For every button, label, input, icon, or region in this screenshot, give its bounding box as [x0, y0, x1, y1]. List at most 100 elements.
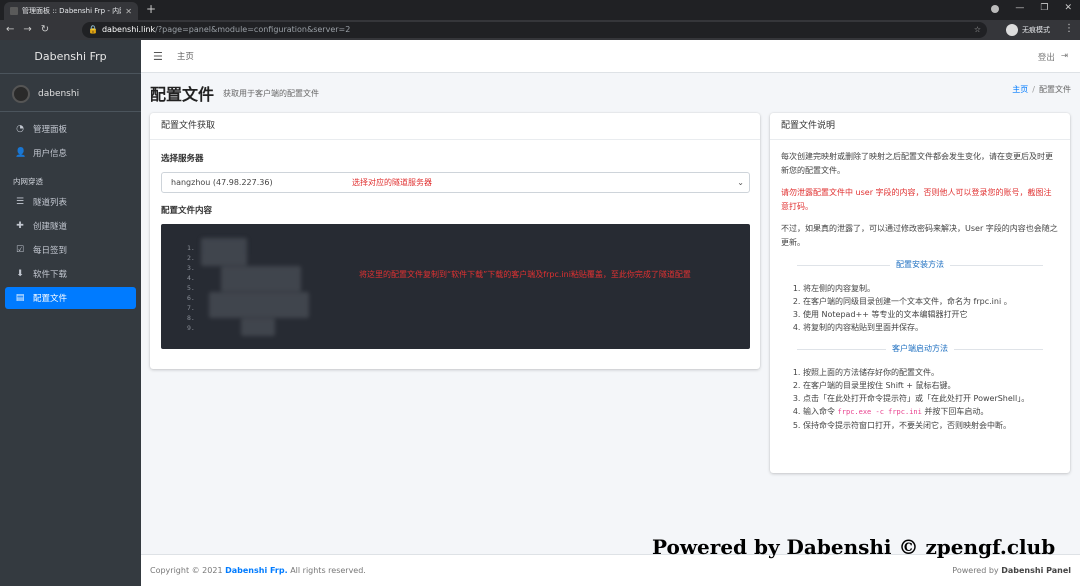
- sidebar-item-tunnel-list[interactable]: ☰ 隧道列表: [5, 191, 136, 213]
- install-title: 配置安装方法: [890, 260, 950, 269]
- help-card: 配置文件说明 每次创建完映射或删除了映射之后配置文件都会发生变化，请在变更后及时…: [770, 113, 1070, 473]
- copyright-text: All rights reserved.: [290, 566, 366, 575]
- address-bar-row: ← → ↻ 🔒 dabenshi.link/?page=panel&module…: [0, 20, 1080, 40]
- download-icon: ⬇: [16, 269, 24, 279]
- copyright-text: Copyright © 2021: [150, 566, 223, 575]
- close-window-button[interactable]: ✕: [1064, 3, 1072, 13]
- user-panel[interactable]: dabenshi: [0, 76, 141, 112]
- list-item: 将左侧的内容复制。: [803, 282, 1059, 295]
- lock-icon: 🔒: [88, 25, 98, 34]
- help-card-title: 配置文件说明: [770, 113, 1070, 140]
- sidebar-item-label: 创建隧道: [33, 222, 68, 232]
- new-tab-button[interactable]: +: [146, 2, 156, 16]
- server-label: 选择服务器: [161, 154, 204, 164]
- footer-copyright: Copyright © 2021 Dabenshi Frp. All right…: [150, 566, 366, 575]
- sidebar-item-create-tunnel[interactable]: ✚ 创建隧道: [5, 215, 136, 237]
- redacted-block: [221, 266, 301, 292]
- page-title: 配置文件: [150, 85, 215, 104]
- help-paragraph: 每次创建完映射或删除了映射之后配置文件都会发生变化，请在变更后及时更新您的配置文…: [781, 152, 1053, 175]
- server-select[interactable]: hangzhou (47.98.227.36) 选择对应的隧道服务器 ⌄: [161, 172, 750, 193]
- incognito-icon: [1006, 24, 1018, 36]
- redacted-block: [201, 238, 247, 266]
- logout-label: 登出: [1037, 53, 1055, 63]
- incognito-profile[interactable]: 无痕模式: [1006, 22, 1050, 38]
- sidebar-item-config-file[interactable]: ▤ 配置文件: [5, 287, 136, 309]
- sidebar-item-software-download[interactable]: ⬇ 软件下载: [5, 263, 136, 285]
- redacted-block: [209, 292, 309, 318]
- line-number: 6.: [187, 294, 195, 302]
- sidebar-item-label: 管理面板: [33, 125, 68, 135]
- sidebar-item-label: 隧道列表: [33, 198, 68, 208]
- nav-home-link[interactable]: 主页: [177, 50, 194, 62]
- forward-button[interactable]: →: [23, 23, 31, 37]
- avatar: [12, 84, 30, 103]
- install-divider: 配置安装方法: [781, 258, 1059, 272]
- command-code: frpc.exe -c frpc.ini: [837, 408, 922, 416]
- install-steps: 将左侧的内容复制。 在客户端的同级目录创建一个文本文件，命名为 frpc.ini…: [781, 282, 1059, 334]
- restore-button[interactable]: ❐: [1040, 3, 1048, 13]
- sidebar: Dabenshi Frp dabenshi ◔ 管理面板 👤 用户信息 内网穿透…: [0, 40, 141, 586]
- line-number: 5.: [187, 284, 195, 292]
- close-tab-icon[interactable]: ✕: [125, 7, 132, 16]
- sidebar-nav: ◔ 管理面板 👤 用户信息 内网穿透 ☰ 隧道列表 ✚ 创建隧道 ☑ 每日签到 …: [0, 112, 141, 309]
- browser-menu-icon[interactable]: ⋮: [1064, 23, 1074, 34]
- footer-powered: Powered by Dabenshi Panel: [952, 566, 1071, 575]
- url-input[interactable]: 🔒 dabenshi.link/?page=panel&module=confi…: [82, 22, 987, 38]
- config-code-hint: 将这里的配置文件复制到“软件下载”下载的客户端及frpc.ini粘贴覆盖，至此你…: [359, 270, 691, 279]
- reload-button[interactable]: ↻: [41, 23, 49, 37]
- breadcrumb: 主页 / 配置文件: [1012, 84, 1071, 95]
- sidebar-item-daily-checkin[interactable]: ☑ 每日签到: [5, 239, 136, 261]
- top-navbar: ☰ 主页 登出 ⇥: [141, 40, 1080, 73]
- start-steps: 按照上面的方法储存好你的配置文件。 在客户端的目录里按住 Shift + 鼠标右…: [781, 366, 1059, 432]
- back-button[interactable]: ←: [6, 23, 14, 37]
- list-item: 使用 Notepad++ 等专业的文本编辑器打开它: [803, 308, 1059, 321]
- tachometer-icon: ◔: [16, 124, 24, 134]
- browser-tabbar: 管理面板 :: Dabenshi Frp - 内网 ✕ + — ❐ ✕: [0, 0, 1080, 20]
- line-number: 8.: [187, 314, 195, 322]
- breadcrumb-separator: /: [1032, 85, 1035, 94]
- url-path: /?page=panel&module=configuration&server…: [155, 25, 351, 34]
- list-item: 在客户端的同级目录创建一个文本文件，命名为 frpc.ini 。: [803, 295, 1059, 308]
- list-icon: ☰: [15, 197, 25, 207]
- breadcrumb-current: 配置文件: [1039, 85, 1071, 94]
- sidebar-item-label: 用户信息: [33, 149, 68, 159]
- line-number: 7.: [187, 304, 195, 312]
- plus-icon: ✚: [16, 221, 24, 231]
- step-text: 输入命令: [803, 407, 835, 416]
- hamburger-menu-icon[interactable]: ☰: [153, 50, 163, 63]
- sidebar-item-label: 配置文件: [33, 294, 68, 304]
- username: dabenshi: [38, 88, 80, 99]
- bookmark-star-icon[interactable]: ☆: [974, 22, 981, 38]
- sidebar-item-label: 软件下载: [33, 270, 68, 280]
- profile-label: 无痕模式: [1022, 26, 1050, 34]
- checkbox-icon: ☑: [15, 245, 25, 255]
- line-number: 1.: [187, 244, 195, 252]
- url-host: dabenshi.link: [101, 25, 156, 34]
- config-card-title: 配置文件获取: [150, 113, 760, 140]
- list-item: 在客户端的目录里按住 Shift + 鼠标右键。: [803, 379, 1059, 392]
- brand-link[interactable]: Dabenshi Frp: [0, 40, 141, 74]
- code-line-numbers: 1. 2. 3. 4. 5. 6. 7. 8. 9.: [187, 243, 195, 333]
- list-item: 按照上面的方法储存好你的配置文件。: [803, 366, 1059, 379]
- nav-buttons: ← → ↻: [6, 23, 49, 37]
- list-item: 点击「在此处打开命令提示符」或「在此处打开 PowerShell」。: [803, 392, 1059, 405]
- powered-text: Powered by: [952, 566, 999, 575]
- logout-link[interactable]: 登出 ⇥: [1038, 51, 1068, 63]
- sidebar-item-label: 每日签到: [33, 246, 68, 256]
- minimize-button[interactable]: —: [1015, 3, 1024, 13]
- sidebar-item-dashboard[interactable]: ◔ 管理面板: [5, 118, 136, 140]
- browser-tab[interactable]: 管理面板 :: Dabenshi Frp - 内网 ✕: [4, 2, 138, 20]
- step-text: 并按下回车启动。: [924, 407, 989, 416]
- footer-brand-link[interactable]: Dabenshi Frp.: [225, 566, 288, 575]
- line-number: 2.: [187, 254, 195, 262]
- sidebar-item-user-info[interactable]: 👤 用户信息: [5, 142, 136, 164]
- breadcrumb-home-link[interactable]: 主页: [1012, 85, 1028, 94]
- server-select-hint: 选择对应的隧道服务器: [352, 178, 432, 187]
- list-item: 保持命令提示符窗口打开，不要关闭它，否则映射会中断。: [803, 419, 1059, 432]
- sidebar-section-header: 内网穿透: [13, 177, 43, 186]
- powered-brand: Dabenshi Panel: [1001, 566, 1071, 575]
- config-code-block[interactable]: 1. 2. 3. 4. 5. 6. 7. 8. 9. 将这里的配置文件复制到“软…: [161, 224, 750, 349]
- help-card-body: 每次创建完映射或删除了映射之后配置文件都会发生变化，请在变更后及时更新您的配置文…: [770, 140, 1070, 432]
- line-number: 9.: [187, 324, 195, 332]
- list-item: 将复制的内容粘贴到里面并保存。: [803, 321, 1059, 334]
